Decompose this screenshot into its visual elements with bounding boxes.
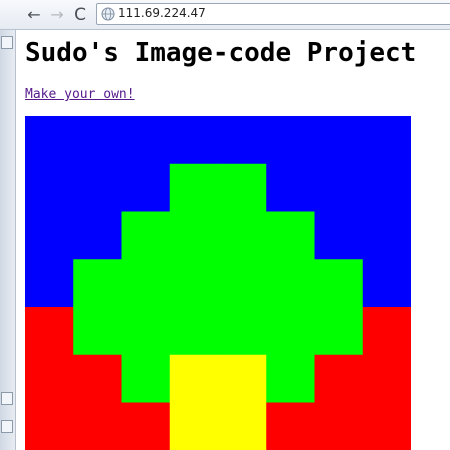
url-text[interactable]: 111.69.224.47 [118,6,206,20]
sky-cell [121,163,171,213]
page-title: Sudo's Image-code Project [25,38,417,68]
ground-cell [25,307,74,356]
ground-cell [362,402,411,450]
sky-cell [314,116,364,165]
foliage-cell [218,211,267,260]
sky-cell [266,163,316,213]
foliage-cell [121,354,171,404]
ground-cell [362,307,411,356]
foliage-cell [169,163,219,213]
browser-toolbar: ← → C 111.69.224.47 [0,0,450,30]
foliage-cell [121,307,171,356]
foliage-cell [218,163,267,213]
sky-cell [362,116,411,165]
sky-cell [73,211,123,260]
ground-cell [73,354,123,404]
sky-cell [25,259,74,308]
ground-cell [314,402,364,450]
sky-cell [314,163,364,213]
sky-cell [25,163,74,213]
address-bar[interactable]: 111.69.224.47 [96,3,450,25]
sky-cell [25,116,74,165]
forward-button[interactable]: → [47,5,67,25]
sky-cell [121,116,171,165]
foliage-cell [121,259,171,308]
make-your-own-link[interactable]: Make your own! [25,87,135,102]
foliage-cell [266,259,316,308]
foliage-cell [218,259,267,308]
ground-cell [73,402,123,450]
sky-cell [266,116,316,165]
trunk-cell [169,354,219,404]
sky-cell [362,163,411,213]
sky-cell [169,116,219,165]
panel-tab-icon[interactable] [1,36,13,49]
trunk-cell [218,402,267,450]
foliage-cell [314,259,364,308]
back-button[interactable]: ← [24,5,44,25]
foliage-cell [73,307,123,356]
foliage-cell [266,307,316,356]
ground-cell [362,354,411,404]
side-panel-edge [0,30,16,450]
sky-cell [314,211,364,260]
foliage-cell [218,307,267,356]
ground-cell [314,354,364,404]
ground-cell [25,354,74,404]
sky-cell [73,163,123,213]
ground-cell [121,402,171,450]
foliage-cell [121,211,171,260]
foliage-cell [73,259,123,308]
foliage-cell [169,307,219,356]
sky-cell [362,259,411,308]
ground-cell [266,402,316,450]
reload-button[interactable]: C [70,5,90,25]
sky-cell [25,211,74,260]
foliage-cell [266,354,316,404]
trunk-cell [169,402,219,450]
foliage-cell [169,259,219,308]
globe-icon [101,7,115,21]
ground-cell [25,402,74,450]
foliage-cell [266,211,316,260]
foliage-cell [314,307,364,356]
panel-tab-icon[interactable] [1,392,13,405]
trunk-cell [218,354,267,404]
sky-cell [218,116,267,165]
panel-tab-icon[interactable] [1,420,13,433]
foliage-cell [169,211,219,260]
sky-cell [362,211,411,260]
pixel-art-image [25,116,411,450]
sky-cell [73,116,123,165]
pixel-art-canvas [25,116,411,450]
